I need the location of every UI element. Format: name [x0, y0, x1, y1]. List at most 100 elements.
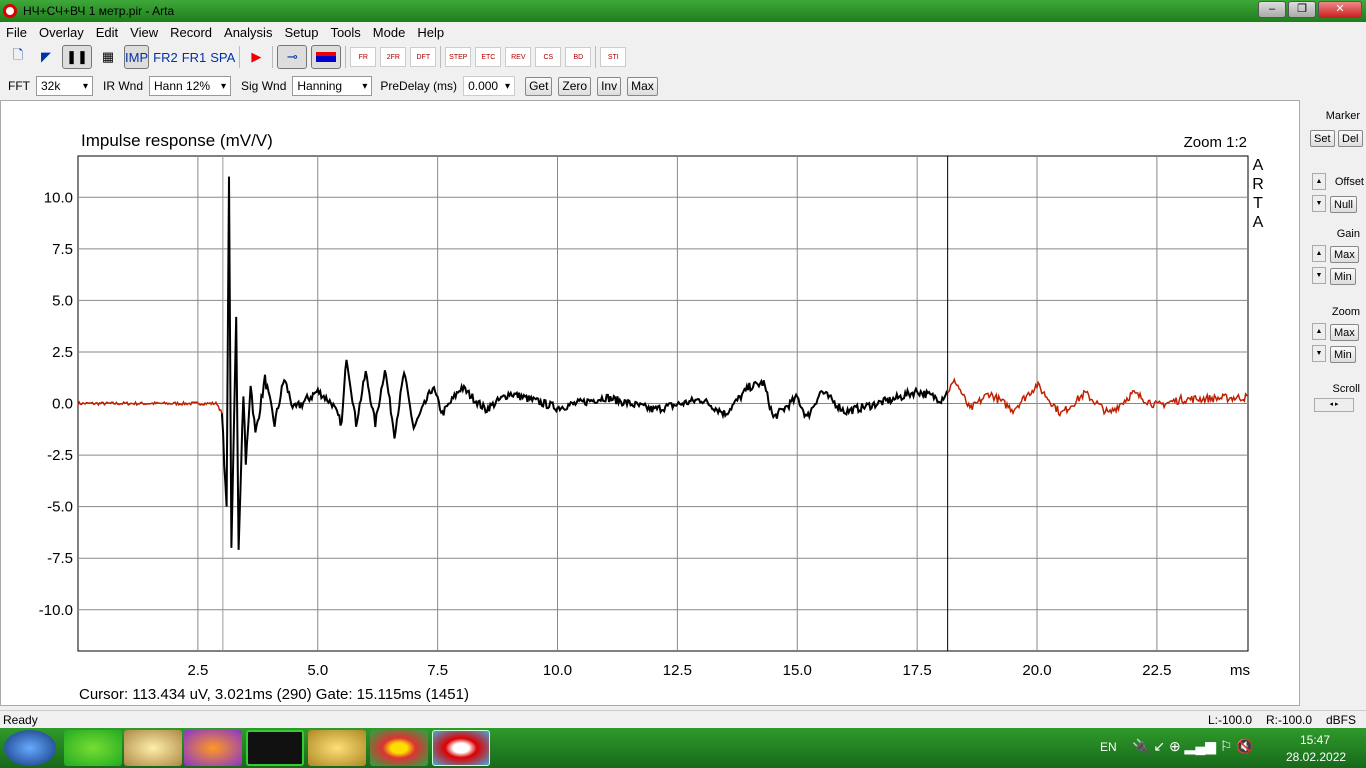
gain-max-button[interactable]: Max [1330, 246, 1359, 263]
y-tick-label: 0.0 [52, 396, 73, 413]
fft-select[interactable]: 32k [36, 76, 93, 96]
predelay-input[interactable]: 0.000 [463, 76, 516, 96]
2fr-graph-icon[interactable]: 2FR [380, 47, 407, 67]
maximize-button[interactable]: ❐ [1288, 1, 1316, 18]
fr1-button[interactable]: FR1 [182, 45, 207, 69]
x-tick-label: 20.0 [1022, 662, 1051, 679]
utorrent-icon[interactable] [64, 730, 122, 766]
toolbar: 🗋 ◤ ❚❚ ▦ IMP FR2 FR1 SPA ▶ ⊸ FR 2FR DFT … [0, 44, 627, 70]
gain-min-button[interactable]: Min [1330, 268, 1356, 285]
dft-graph-icon[interactable]: DFT [410, 47, 437, 67]
spa-button[interactable]: SPA [210, 45, 235, 69]
rev-graph-icon[interactable]: REV [505, 47, 532, 67]
menu-bar: File Overlay Edit View Record Analysis S… [0, 22, 1366, 42]
probe-icon[interactable]: ⊸ [277, 45, 308, 69]
gain-down-icon[interactable]: ▼ [1312, 267, 1326, 284]
offset-up-icon[interactable]: ▲ [1312, 173, 1326, 190]
notepad-icon[interactable] [124, 730, 182, 766]
menu-setup[interactable]: Setup [278, 25, 324, 40]
bd-graph-icon[interactable]: BD [565, 47, 592, 67]
sigwnd-select[interactable]: Hanning [292, 76, 373, 96]
table-icon[interactable]: ▦ [96, 45, 120, 69]
gain-label: Gain [1336, 228, 1360, 240]
get-button[interactable]: Get [525, 76, 553, 96]
open-icon[interactable]: ◤ [34, 45, 58, 69]
trace-post-gate [946, 377, 1249, 418]
menu-analysis[interactable]: Analysis [218, 25, 278, 40]
new-file-icon[interactable]: 🗋 [6, 45, 30, 69]
inv-button[interactable]: Inv [597, 76, 622, 96]
menu-overlay[interactable]: Overlay [33, 25, 90, 40]
arta-task-icon[interactable] [432, 730, 490, 766]
marker-del-button[interactable]: Del [1338, 130, 1363, 147]
zero-button[interactable]: Zero [558, 76, 592, 96]
scroll-arrows[interactable]: ◂ ▸ [1314, 398, 1354, 412]
gain-up-icon[interactable]: ▲ [1312, 245, 1326, 262]
close-button[interactable]: ✕ [1318, 1, 1362, 18]
menu-mode[interactable]: Mode [367, 25, 412, 40]
x-tick-label: 15.0 [783, 662, 812, 679]
menu-tools[interactable]: Tools [324, 25, 366, 40]
firefox-icon[interactable] [184, 730, 242, 766]
menu-view[interactable]: View [124, 25, 164, 40]
y-tick-label: 5.0 [52, 292, 73, 309]
y-tick-label: -2.5 [47, 447, 73, 464]
etc-graph-icon[interactable]: ETC [475, 47, 502, 67]
zoom-min-button[interactable]: Min [1330, 346, 1356, 363]
offset-label: Offset [1334, 176, 1364, 188]
y-tick-label: 10.0 [44, 189, 73, 206]
sti-graph-icon[interactable]: STI [600, 47, 627, 67]
y-tick-label: -5.0 [47, 499, 73, 516]
cursor-readout: Cursor: 113.434 uV, 3.021ms (290) Gate: … [79, 686, 469, 703]
level-unit: dBFS [1326, 713, 1357, 727]
y-tick-label: -7.5 [47, 550, 73, 567]
minimize-button[interactable]: ‒ [1258, 1, 1286, 18]
analysis-controls: FFT 32k IR Wnd Hann 12% Sig Wnd Hanning … [0, 75, 658, 97]
x-tick-label: 2.5 [187, 662, 208, 679]
tray-icons[interactable]: 🔌 ↙ ⊕ ▂▄▆ ⚐ 🔇 [1132, 738, 1254, 755]
marker-set-button[interactable]: Set [1310, 130, 1335, 147]
zoom-side-label: Zoom [1331, 306, 1360, 318]
menu-file[interactable]: File [0, 25, 33, 40]
arta-logo-icon [3, 4, 17, 18]
imp-button[interactable]: IMP [124, 45, 150, 69]
fr-graph-icon[interactable]: FR [350, 47, 377, 67]
app-s-icon[interactable] [246, 730, 304, 766]
menu-help[interactable]: Help [411, 25, 450, 40]
zoom-up-icon[interactable]: ▲ [1312, 323, 1326, 340]
x-tick-label: 5.0 [307, 662, 328, 679]
chart-svg[interactable]: Impulse response (mV/V) Zoom 1:2 ARTA 2.… [1, 101, 1301, 707]
spectrum-icon[interactable] [311, 45, 342, 69]
cs-graph-icon[interactable]: CS [535, 47, 562, 67]
pause-icon[interactable]: ❚❚ [62, 45, 92, 69]
zoom-max-button[interactable]: Max [1330, 324, 1359, 341]
x-tick-label: 12.5 [663, 662, 692, 679]
start-button[interactable] [4, 730, 56, 766]
step-graph-icon[interactable]: STEP [445, 47, 472, 67]
watermark-letter: T [1253, 195, 1263, 212]
clock-date[interactable]: 28.02.2022 [1286, 750, 1346, 764]
offset-down-icon[interactable]: ▼ [1312, 195, 1326, 212]
clock-time[interactable]: 15:47 [1300, 733, 1330, 747]
max-button[interactable]: Max [627, 76, 658, 96]
side-panel: Marker Set Del ▲ ▼ Offset Null Gain ▲ ▼ … [1302, 100, 1366, 706]
chrome-icon[interactable] [370, 730, 428, 766]
impulse-response-chart[interactable]: Impulse response (mV/V) Zoom 1:2 ARTA 2.… [0, 100, 1300, 706]
irwnd-label: IR Wnd [103, 79, 144, 93]
fr2-button[interactable]: FR2 [153, 45, 178, 69]
menu-edit[interactable]: Edit [90, 25, 124, 40]
play-icon[interactable]: ▶ [244, 45, 268, 69]
explorer-icon[interactable] [308, 730, 366, 766]
x-tick-label: 22.5 [1142, 662, 1171, 679]
irwnd-select[interactable]: Hann 12% [149, 76, 232, 96]
scroll-label: Scroll [1332, 383, 1360, 395]
language-indicator[interactable]: EN [1100, 740, 1117, 754]
y-tick-label: 2.5 [52, 344, 73, 361]
offset-null-button[interactable]: Null [1330, 196, 1357, 213]
menu-record[interactable]: Record [164, 25, 218, 40]
y-tick-label: 7.5 [52, 241, 73, 258]
trace-in-gate [220, 176, 949, 550]
zoom-down-icon[interactable]: ▼ [1312, 345, 1326, 362]
y-tick-label: -10.0 [39, 602, 73, 619]
status-bar: Ready L:-100.0 R:-100.0 dBFS [0, 710, 1366, 728]
